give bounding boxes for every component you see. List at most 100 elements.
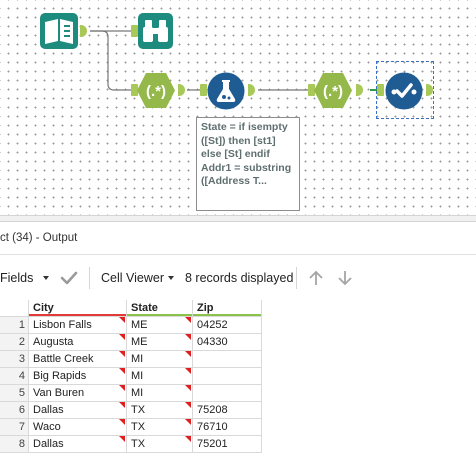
truncated-flag-icon xyxy=(119,436,125,442)
table-row[interactable]: 2 Augusta ME 04330 xyxy=(0,334,262,351)
cell-value: Big Rapids xyxy=(33,370,87,382)
row-number-header xyxy=(0,300,29,317)
column-header-city[interactable]: City xyxy=(29,300,127,317)
zip-cell[interactable] xyxy=(193,385,262,402)
fields-dropdown-icon[interactable] xyxy=(43,276,49,280)
state-cell[interactable]: ME xyxy=(127,317,193,334)
cell-value: Augusta xyxy=(33,336,74,348)
zip-cell[interactable]: 76710 xyxy=(193,419,262,436)
row-number: 1 xyxy=(0,317,29,334)
book-icon xyxy=(40,13,78,49)
truncated-flag-icon xyxy=(185,436,191,442)
flask-icon xyxy=(207,72,245,110)
results-title: ct (34) - Output xyxy=(0,232,78,244)
zip-cell[interactable] xyxy=(193,351,262,368)
column-header-label: City xyxy=(33,302,54,314)
cell-value: ME xyxy=(131,336,148,348)
select-input-anchor[interactable] xyxy=(377,84,384,96)
truncated-flag-icon xyxy=(185,368,191,374)
cell-value: Battle Creek xyxy=(33,353,94,365)
browse-input-anchor[interactable] xyxy=(131,25,138,37)
column-header-label: Zip xyxy=(197,302,214,314)
workflow-canvas[interactable]: (.*) (.*) State = if isempty ([St]) then… xyxy=(0,0,476,215)
table-row[interactable]: 3 Battle Creek MI xyxy=(0,351,262,368)
column-header-state[interactable]: State xyxy=(127,300,193,317)
state-cell[interactable]: MI xyxy=(127,385,193,402)
cell-value: TX xyxy=(131,438,146,450)
state-cell[interactable]: TX xyxy=(127,436,193,453)
input-tool[interactable] xyxy=(40,13,78,49)
cell-value: 76710 xyxy=(197,421,228,433)
formula-tool[interactable] xyxy=(207,72,245,110)
truncated-flag-icon xyxy=(185,402,191,408)
select-records-tool[interactable] xyxy=(385,72,423,110)
table-row[interactable]: 6 Dallas TX 75208 xyxy=(0,402,262,419)
city-cell[interactable]: Big Rapids xyxy=(29,368,127,385)
cell-value: 75208 xyxy=(197,404,228,416)
row-number: 3 xyxy=(0,351,29,368)
cell-value: 04330 xyxy=(197,336,228,348)
truncated-flag-icon xyxy=(119,317,125,323)
truncated-flag-icon xyxy=(185,334,191,340)
toolbar-divider xyxy=(296,267,297,289)
city-cell[interactable]: Van Buren xyxy=(29,385,127,402)
regex-tool-1[interactable]: (.*) xyxy=(136,72,176,109)
fields-button[interactable]: Fields xyxy=(0,271,33,285)
table-row[interactable]: 1 Lisbon Falls ME 04252 xyxy=(0,317,262,334)
table-row[interactable]: 4 Big Rapids MI xyxy=(0,368,262,385)
cell-value: Dallas xyxy=(33,438,64,450)
annotation-line: ([St]) then [st1] xyxy=(201,134,276,147)
city-cell[interactable]: Dallas xyxy=(29,436,127,453)
city-cell[interactable]: Lisbon Falls xyxy=(29,317,127,334)
state-cell[interactable]: TX xyxy=(127,419,193,436)
table-row[interactable]: 7 Waco TX 76710 xyxy=(0,419,262,436)
truncated-flag-icon xyxy=(185,317,191,323)
results-grid[interactable]: City State Zip 1 Lisbon Falls ME 04252 2… xyxy=(0,300,476,471)
cell-value: MI xyxy=(131,387,144,399)
zip-cell[interactable] xyxy=(193,368,262,385)
cell-value: TX xyxy=(131,421,146,433)
zip-cell[interactable]: 75208 xyxy=(193,402,262,419)
zip-cell[interactable]: 04252 xyxy=(193,317,262,334)
pane-splitter[interactable] xyxy=(0,215,476,222)
svg-text:(.*): (.*) xyxy=(323,83,343,100)
regex-tool-2[interactable]: (.*) xyxy=(313,72,353,109)
city-cell[interactable]: Dallas xyxy=(29,402,127,419)
city-cell[interactable]: Waco xyxy=(29,419,127,436)
cell-value: MI xyxy=(131,353,144,365)
cell-value: TX xyxy=(131,404,146,416)
state-cell[interactable]: MI xyxy=(127,351,193,368)
cell-viewer-button[interactable]: Cell Viewer xyxy=(101,271,164,285)
truncated-flag-icon xyxy=(185,419,191,425)
column-header-zip[interactable]: Zip xyxy=(193,300,262,317)
zip-cell[interactable]: 75201 xyxy=(193,436,262,453)
formula-input-anchor[interactable] xyxy=(200,84,207,96)
arrow-down-icon[interactable] xyxy=(336,269,354,287)
checkmark-icon[interactable] xyxy=(60,270,78,286)
cell-value: Dallas xyxy=(33,404,64,416)
state-cell[interactable]: ME xyxy=(127,334,193,351)
truncated-flag-icon xyxy=(185,351,191,357)
column-header-label: State xyxy=(131,302,158,314)
zip-cell[interactable]: 04330 xyxy=(193,334,262,351)
state-cell[interactable]: TX xyxy=(127,402,193,419)
browse-tool[interactable] xyxy=(138,13,173,49)
truncated-flag-icon xyxy=(119,419,125,425)
truncated-flag-icon xyxy=(119,402,125,408)
truncated-flag-icon xyxy=(119,351,125,357)
records-count: 8 records displayed xyxy=(185,271,294,285)
cell-value: ME xyxy=(131,319,148,331)
city-cell[interactable]: Augusta xyxy=(29,334,127,351)
city-cell[interactable]: Battle Creek xyxy=(29,351,127,368)
regex-icon: (.*) xyxy=(137,73,175,108)
table-row[interactable]: 8 Dallas TX 75201 xyxy=(0,436,262,453)
state-cell[interactable]: MI xyxy=(127,368,193,385)
row-number: 5 xyxy=(0,385,29,402)
column-type-indicator xyxy=(29,314,126,316)
results-header: ct (34) - Output xyxy=(0,222,476,255)
table-row[interactable]: 5 Van Buren MI xyxy=(0,385,262,402)
cell-value: 75201 xyxy=(197,438,228,450)
column-type-indicator xyxy=(193,314,261,316)
cell-viewer-dropdown-icon[interactable] xyxy=(168,276,174,280)
arrow-up-icon[interactable] xyxy=(307,269,325,287)
